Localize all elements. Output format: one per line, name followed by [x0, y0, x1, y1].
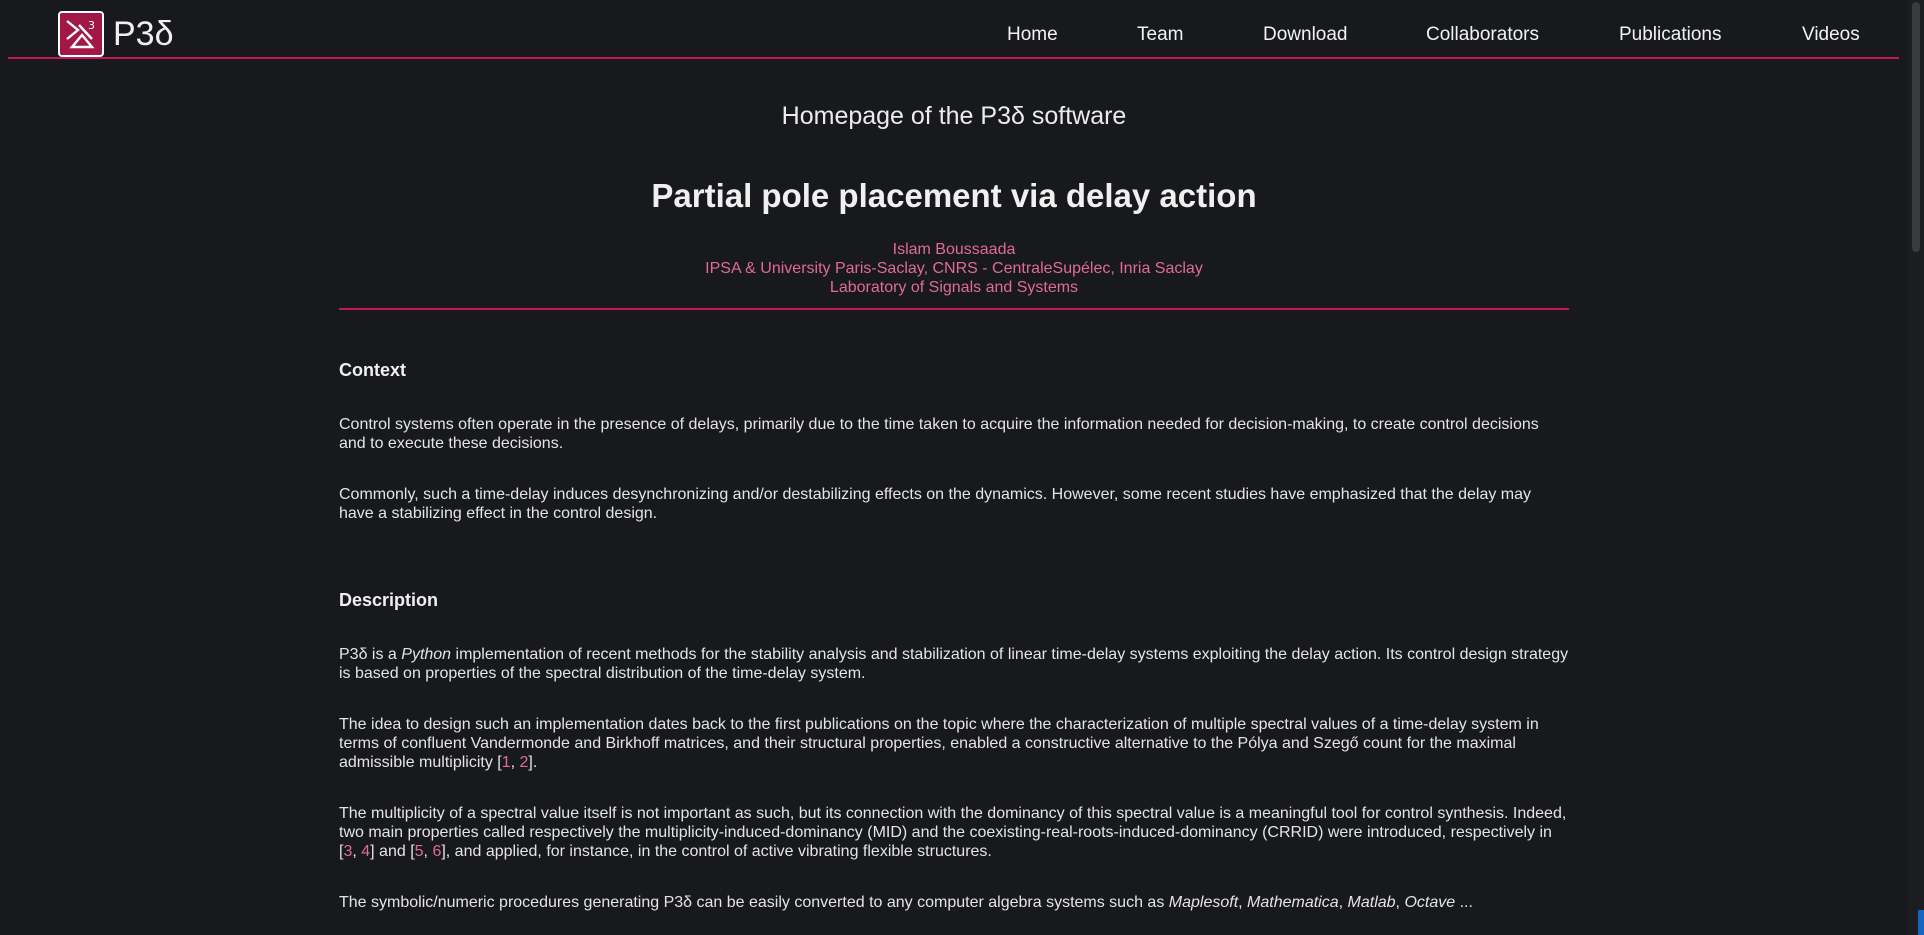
- nav-link-download[interactable]: Download: [1263, 22, 1348, 48]
- text-span: ...: [1455, 894, 1473, 911]
- emphasis-maplesoft: Maplesoft: [1168, 894, 1239, 911]
- page-subtitle: Homepage of the P3δ software: [781, 102, 1127, 130]
- description-paragraph-1: P3δ is a Python implementation of recent…: [339, 645, 1569, 683]
- text-span: ,: [1238, 894, 1248, 911]
- text-span: implementation of recent methods for the…: [339, 646, 1569, 682]
- text-span: P3δ is a: [339, 646, 402, 663]
- text-span: ], and applied, for instance, in the con…: [441, 843, 992, 860]
- text-span: The symbolic/numeric procedures generati…: [339, 894, 1169, 911]
- citation-link-1[interactable]: 1: [502, 754, 511, 771]
- nav-links: Home Team Download Collaborators Publica…: [8, 22, 1899, 48]
- author-block: Islam Boussaada IPSA & University Paris-…: [339, 240, 1569, 297]
- author-affiliation: IPSA & University Paris-Saclay, CNRS - C…: [705, 260, 1203, 277]
- vertical-scrollbar[interactable]: [1908, 0, 1924, 935]
- section-heading-description: Description: [339, 590, 439, 610]
- context-paragraph-1: Control systems often operate in the pre…: [339, 416, 1539, 452]
- scrollbar-thumb[interactable]: [1912, 2, 1920, 252]
- author-lab: Laboratory of Signals and Systems: [829, 279, 1079, 296]
- text-span: ].: [528, 754, 538, 771]
- section-heading-context: Context: [339, 360, 406, 380]
- navbar: 3 P3δ Home Team Download Collaborators P…: [8, 0, 1899, 59]
- text-span: ,: [352, 843, 362, 860]
- emphasis-mathematica: Mathematica: [1247, 894, 1339, 911]
- page: 3 P3δ Home Team Download Collaborators P…: [0, 0, 1924, 935]
- description-paragraph-3: The multiplicity of a spectral value its…: [339, 804, 1569, 861]
- nav-link-home[interactable]: Home: [1007, 22, 1058, 48]
- text-span: ,: [510, 754, 520, 771]
- context-paragraph-2: Commonly, such a time-delay induces desy…: [339, 486, 1532, 522]
- header-divider: [339, 308, 1569, 310]
- text-span: ,: [1338, 894, 1348, 911]
- citation-link-5[interactable]: 5: [415, 843, 424, 860]
- emphasis-matlab: Matlab: [1347, 894, 1396, 911]
- page-title: Partial pole placement via delay action: [651, 177, 1257, 214]
- nav-link-collaborators[interactable]: Collaborators: [1426, 22, 1539, 48]
- description-paragraph-2: The idea to design such an implementatio…: [339, 715, 1569, 772]
- text-span: ] and [: [370, 843, 415, 860]
- emphasis-python: Python: [401, 646, 452, 663]
- author-name: Islam Boussaada: [892, 241, 1016, 258]
- scroll-indicator: [1918, 910, 1924, 935]
- citation-link-4[interactable]: 4: [361, 843, 370, 860]
- description-paragraph-4: The symbolic/numeric procedures generati…: [339, 893, 1569, 912]
- nav-link-team[interactable]: Team: [1137, 22, 1183, 48]
- emphasis-octave: Octave: [1404, 894, 1456, 911]
- citation-link-6[interactable]: 6: [432, 843, 441, 860]
- nav-link-publications[interactable]: Publications: [1619, 22, 1721, 48]
- nav-link-videos[interactable]: Videos: [1802, 22, 1860, 48]
